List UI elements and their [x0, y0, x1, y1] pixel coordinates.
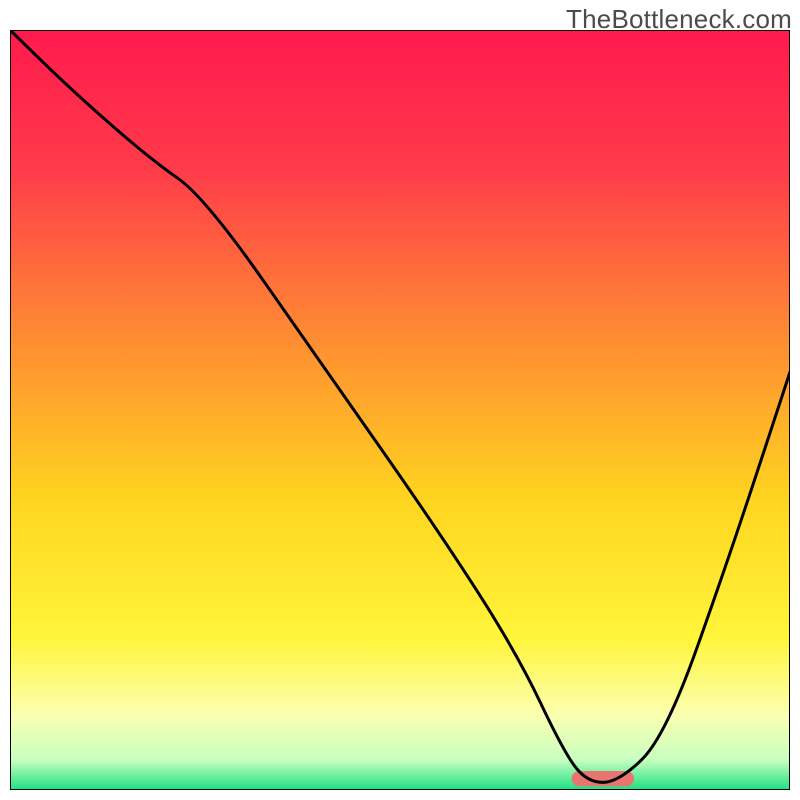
plot-area: [10, 30, 790, 790]
chart-container: TheBottleneck.com: [0, 0, 800, 800]
chart-svg: [10, 30, 790, 790]
gradient-background: [10, 30, 790, 790]
